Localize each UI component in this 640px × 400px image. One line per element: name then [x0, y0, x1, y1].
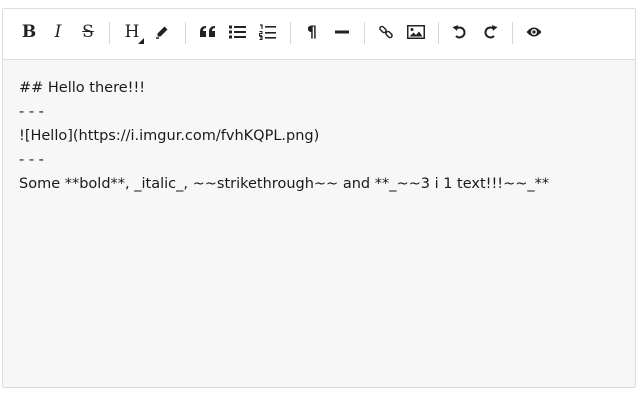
editor-text-area[interactable]: ## Hello there!!! - - - ![Hello](https:/…	[3, 60, 635, 196]
pen-icon	[156, 26, 168, 39]
undo-button[interactable]	[447, 19, 473, 45]
pilcrow-icon: ¶	[306, 22, 318, 41]
toolbar-separator	[364, 22, 365, 44]
chevron-down-icon	[138, 38, 144, 44]
image-button[interactable]	[403, 19, 429, 45]
editor-line: - - -	[19, 152, 44, 168]
ordered-list-button[interactable]	[255, 19, 281, 45]
italic-icon: I	[54, 22, 62, 42]
paragraph-button[interactable]: ¶	[299, 19, 325, 45]
editor-line: ![Hello](https://i.imgur.com/fvhKQPL.png…	[19, 128, 320, 144]
quote-icon	[200, 26, 215, 37]
redo-button[interactable]	[477, 19, 503, 45]
unordered-list-button[interactable]	[225, 19, 251, 45]
numbered-list-icon	[259, 24, 276, 40]
toolbar-separator	[109, 22, 110, 44]
redo-icon	[484, 25, 498, 39]
toolbar-separator	[438, 22, 439, 44]
toolbar-separator	[512, 22, 513, 44]
toolbar-separator	[185, 22, 186, 44]
strikethrough-icon: S	[82, 22, 94, 42]
link-icon	[379, 25, 393, 39]
editor-line: ## Hello there!!!	[19, 80, 146, 96]
undo-icon	[452, 25, 466, 39]
strikethrough-button[interactable]: S	[75, 19, 101, 45]
preview-button[interactable]	[521, 19, 547, 45]
quote-button[interactable]	[195, 19, 221, 45]
editor-line: Some **bold**, _italic_, ~~strikethrough…	[19, 176, 550, 192]
bold-button[interactable]: B	[16, 19, 42, 45]
markdown-editor: B I S H ¶ ## Hello there!!! - - - ![Hell…	[2, 8, 636, 388]
bold-icon: B	[21, 22, 37, 42]
bullet-list-icon	[229, 25, 246, 39]
italic-button[interactable]: I	[45, 19, 71, 45]
toolbar-separator	[290, 22, 291, 44]
eye-icon	[526, 27, 542, 37]
horizontal-rule-button[interactable]	[329, 19, 355, 45]
highlight-button[interactable]	[149, 19, 175, 45]
image-icon	[407, 25, 425, 39]
horizontal-rule-icon	[335, 30, 349, 34]
editor-line: - - -	[19, 104, 44, 120]
link-button[interactable]	[373, 19, 399, 45]
editor-toolbar: B I S H ¶	[3, 9, 635, 60]
heading-button[interactable]: H	[119, 19, 145, 45]
